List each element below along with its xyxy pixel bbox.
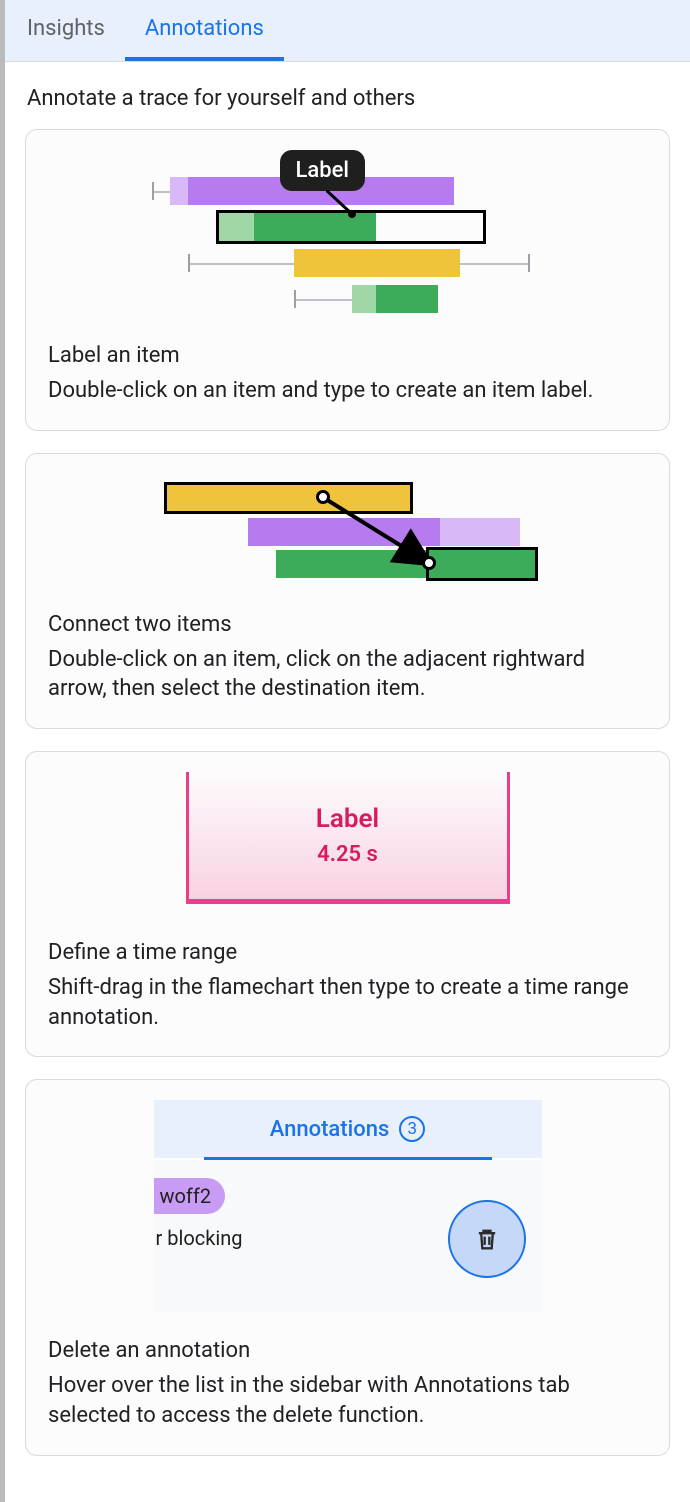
illustration-delete: Annotations 3 woff2 r blocking	[48, 1100, 647, 1320]
card-title: Define a time range	[48, 940, 647, 965]
tabs: Insights Annotations	[5, 0, 690, 62]
card-title: Label an item	[48, 343, 647, 368]
card-time-range: Label 4.25 s Define a time range Shift-d…	[25, 751, 670, 1057]
timerange-label: Label	[316, 804, 379, 834]
card-desc: Double-click on an item, click on the ad…	[48, 645, 647, 704]
timerange-value: 4.25 s	[317, 842, 378, 867]
tab-insights[interactable]: Insights	[7, 0, 125, 61]
card-desc: Hover over the list in the sidebar with …	[48, 1371, 647, 1430]
card-desc: Shift-drag in the flamechart then type t…	[48, 973, 647, 1032]
card-connect-items: Connect two items Double-click on an ite…	[25, 453, 670, 729]
card-title: Connect two items	[48, 612, 647, 637]
card-label-item: Label Lab	[25, 129, 670, 431]
card-desc: Double-click on an item and type to crea…	[48, 376, 647, 406]
page-title: Annotate a trace for yourself and others	[27, 86, 670, 111]
annotation-pill: woff2	[154, 1178, 226, 1214]
annotation-count-badge: 3	[399, 1116, 425, 1142]
mini-tab-annotations: Annotations	[270, 1117, 390, 1142]
illustration-timerange: Label 4.25 s	[48, 772, 647, 922]
label-chip: Label	[280, 150, 366, 191]
trash-icon	[473, 1224, 501, 1254]
illustration-connect	[48, 474, 647, 594]
illustration-label: Label	[48, 150, 647, 325]
delete-button[interactable]	[448, 1200, 526, 1278]
tab-annotations[interactable]: Annotations	[125, 0, 284, 61]
card-delete-annotation: Annotations 3 woff2 r blocking	[25, 1079, 670, 1455]
card-title: Delete an annotation	[48, 1338, 647, 1363]
